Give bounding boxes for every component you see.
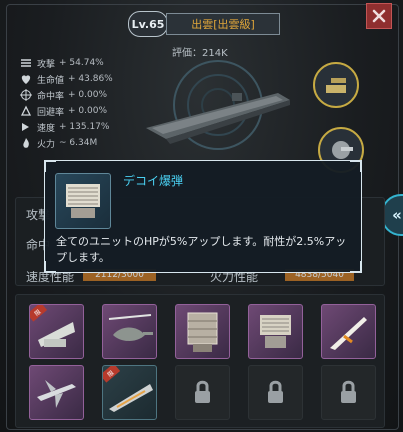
equipment-tooltip: デコイ爆弾 全てのユニットのHPが5%アップします。耐性が2.5%アップします。 xyxy=(44,160,362,273)
stat-label: 火力 xyxy=(37,139,56,150)
equipment-slot-locked xyxy=(321,365,376,420)
equipment-slot[interactable] xyxy=(29,365,84,420)
level-text: Lv.65 xyxy=(131,17,165,31)
stat-value: ~ 6.34M xyxy=(59,138,98,148)
equipment-slot[interactable] xyxy=(321,304,376,359)
equipment-slot[interactable] xyxy=(102,304,157,359)
ship-name: 出雲[出雲級] xyxy=(191,18,255,31)
double-chevron-left-icon: « xyxy=(392,206,402,224)
cannon-icon xyxy=(326,78,346,93)
stat-firepower: 火力 ~ 6.34M xyxy=(20,135,130,151)
stat-value: + 0.00% xyxy=(68,90,108,100)
equipment-slot[interactable] xyxy=(248,304,303,359)
equipment-slot[interactable]: 限 xyxy=(29,304,84,359)
tooltip-description: 全てのユニットのHPが5%アップします。耐性が2.5%アップします。 xyxy=(56,235,347,264)
ship-image xyxy=(128,55,308,160)
attack-icon xyxy=(20,57,32,69)
lock-icon xyxy=(341,380,356,403)
stat-speed: 速度 + 135.17% xyxy=(20,119,130,135)
stat-value: + 0.00% xyxy=(68,106,108,116)
ship-detail-panel: Lv.65 出雲[出雲級] 評価：214K 攻撃 + 54.74% 生命値 + … xyxy=(0,0,403,432)
equipment-slot-locked xyxy=(248,365,303,420)
radar-icon xyxy=(187,312,218,352)
health-icon xyxy=(20,73,32,85)
stat-health: 生命値 + 43.86% xyxy=(20,71,130,87)
decoy-bomb-icon xyxy=(55,173,111,229)
close-button[interactable] xyxy=(366,3,392,29)
stat-label: 速度 xyxy=(37,123,56,134)
tooltip-corner xyxy=(350,160,362,172)
stat-label: 回避率 xyxy=(37,107,65,118)
tooltip-title: デコイ爆弾 xyxy=(123,174,184,188)
aircraft-carrier-icon xyxy=(146,60,290,150)
cruise-missile-icon xyxy=(330,317,367,350)
stat-value: + 43.86% xyxy=(68,74,113,84)
level-badge: Lv.65 xyxy=(128,11,168,37)
accuracy-icon xyxy=(20,89,32,101)
ship-name-bar: 出雲[出雲級] xyxy=(166,13,280,35)
helicopter-icon xyxy=(108,314,153,341)
tooltip-corner xyxy=(350,261,362,273)
firepower-icon xyxy=(20,137,32,149)
lock-icon xyxy=(268,380,283,403)
rocket-pod-icon xyxy=(260,315,291,348)
stat-label: 生命値 xyxy=(37,75,65,86)
equipment-slot[interactable]: 限 xyxy=(102,365,157,420)
tooltip-corner xyxy=(44,261,56,273)
equipment-grid: 限 限 xyxy=(15,294,385,428)
evasion-icon xyxy=(20,105,32,117)
stat-evasion: 回避率 + 0.00% xyxy=(20,103,130,119)
stat-attack: 攻撃 + 54.74% xyxy=(20,55,130,71)
stat-label: 攻撃 xyxy=(37,59,56,70)
speed-icon xyxy=(20,121,32,133)
close-icon xyxy=(372,9,386,23)
stat-label: 命中率 xyxy=(37,91,65,102)
stat-accuracy: 命中率 + 0.00% xyxy=(20,87,130,103)
equipment-slot[interactable] xyxy=(175,304,230,359)
tooltip-corner xyxy=(44,160,56,172)
lock-icon xyxy=(195,380,210,403)
stat-value: + 54.74% xyxy=(59,58,104,68)
fighter-jet-icon xyxy=(37,380,76,408)
stats-list: 攻撃 + 54.74% 生命値 + 43.86% 命中率 + 0.00% 回避率… xyxy=(20,55,130,151)
equip-slot-1[interactable] xyxy=(313,62,359,108)
stat-value: + 135.17% xyxy=(59,122,110,132)
equipment-slot-locked xyxy=(175,365,230,420)
